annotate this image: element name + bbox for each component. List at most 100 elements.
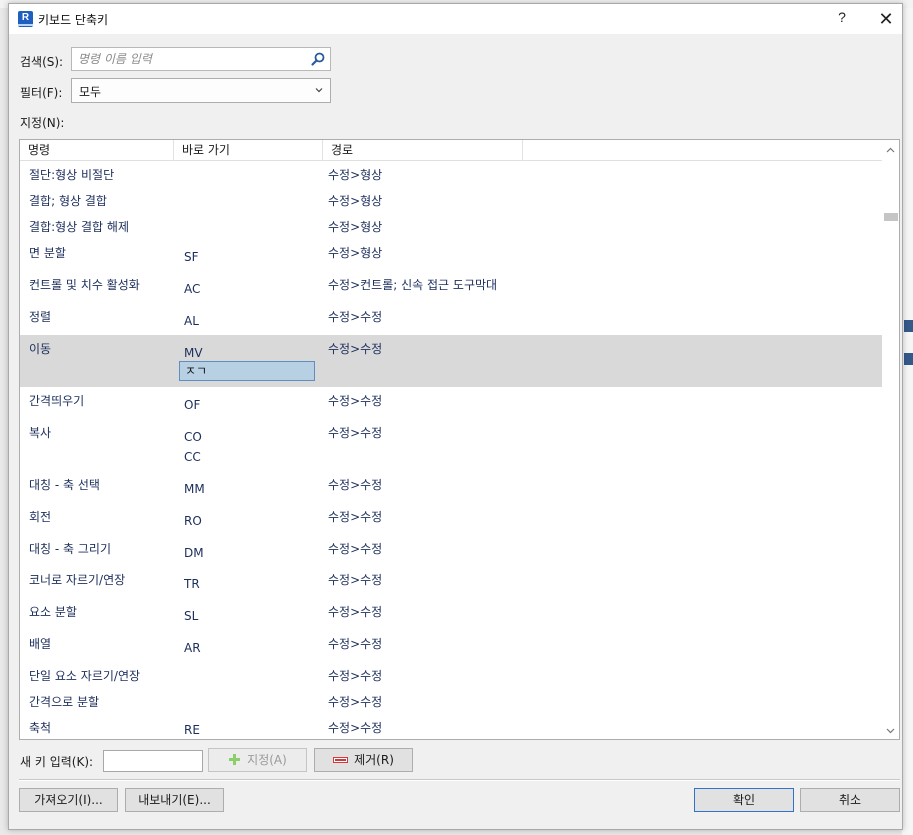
row-command: 요소 분할 bbox=[29, 605, 77, 619]
table-row[interactable]: 코너로 자르기/연장 TR 수정>수정 bbox=[20, 566, 882, 598]
table-row[interactable]: 배열 AR 수정>수정 bbox=[20, 630, 882, 662]
table-row[interactable]: 결합:형상 결합 해제 수정>형상 bbox=[20, 213, 882, 239]
table-row[interactable]: 정렬 AL 수정>수정 bbox=[20, 303, 882, 335]
dialog-title: 키보드 단축키 bbox=[38, 13, 109, 27]
row-shortcut: SF bbox=[184, 250, 199, 264]
row-command: 결합:형상 결합 해제 bbox=[29, 220, 129, 234]
row-command: 대칭 - 축 그리기 bbox=[29, 542, 112, 556]
row-command: 절단:형상 비절단 bbox=[29, 168, 115, 182]
row-shortcut: OF bbox=[184, 398, 201, 412]
table-row[interactable]: 축척 RE 수정>수정 bbox=[20, 714, 882, 739]
shortcut-table[interactable]: 명령 바로 가기 경로 절단:형상 비절단 수정>형상 결합; 형상 결합 수정… bbox=[19, 139, 900, 740]
row-command: 간격띄우기 bbox=[29, 394, 85, 408]
ok-button[interactable]: 확인 bbox=[694, 788, 794, 812]
row-shortcut: RO bbox=[184, 514, 202, 528]
table-row[interactable]: 간격으로 분할 수정>수정 bbox=[20, 688, 882, 714]
row-path: 수정>수정 bbox=[328, 394, 383, 408]
row-path: 수정>수정 bbox=[328, 669, 383, 683]
filter-dropdown[interactable]: 모두 bbox=[71, 78, 331, 103]
remove-button[interactable]: 제거(R) bbox=[314, 748, 413, 772]
search-input[interactable] bbox=[72, 48, 304, 70]
assignments-label: 지정(N): bbox=[20, 116, 65, 130]
table-row[interactable]: 간격띄우기 OF 수정>수정 bbox=[20, 387, 882, 419]
column-header-shortcut[interactable]: 바로 가기 bbox=[174, 140, 323, 161]
row-shortcut: CO bbox=[184, 430, 202, 444]
row-shortcut: MV bbox=[184, 346, 203, 360]
new-key-input[interactable] bbox=[103, 750, 203, 772]
row-command: 대칭 - 축 선택 bbox=[29, 478, 100, 492]
keyboard-shortcuts-dialog: R 키보드 단축키 ? ✕ 검색(S): 필터(F): 모두 지정(N): 명령… bbox=[8, 3, 903, 830]
assign-button[interactable]: 지정(A) bbox=[208, 748, 307, 772]
row-path: 수정>수정 bbox=[328, 478, 383, 492]
table-row[interactable]: 회전 RO 수정>수정 bbox=[20, 503, 882, 535]
row-path: 수정>컨트롤; 신속 접근 도구막대 bbox=[328, 278, 498, 292]
title-bar: R 키보드 단축키 ? ✕ bbox=[9, 4, 902, 34]
row-shortcut: MM bbox=[184, 482, 205, 496]
row-command: 복사 bbox=[29, 426, 52, 440]
search-icon[interactable] bbox=[310, 51, 326, 67]
scroll-up-arrow-icon[interactable] bbox=[885, 145, 896, 156]
table-row[interactable]: 대칭 - 축 선택 MM 수정>수정 bbox=[20, 471, 882, 503]
table-row[interactable]: 대칭 - 축 그리기 DM 수정>수정 bbox=[20, 535, 882, 566]
row-path: 수정>형상 bbox=[328, 194, 383, 208]
scrollbar-thumb[interactable] bbox=[884, 213, 898, 221]
row-shortcut: TR bbox=[184, 577, 200, 591]
row-command: 결합; 형상 결합 bbox=[29, 194, 107, 208]
row-path: 수정>수정 bbox=[328, 310, 383, 324]
row-command: 회전 bbox=[29, 510, 52, 524]
column-header-command[interactable]: 명령 bbox=[20, 140, 174, 161]
assign-button-label: 지정(A) bbox=[247, 753, 287, 767]
row-command: 단일 요소 자르기/연장 bbox=[29, 669, 141, 683]
row-shortcut: AL bbox=[184, 314, 199, 328]
vertical-scrollbar[interactable] bbox=[882, 140, 899, 739]
row-path: 수정>수정 bbox=[328, 695, 383, 709]
scroll-down-arrow-icon[interactable] bbox=[885, 725, 896, 736]
remove-button-label: 제거(R) bbox=[354, 753, 394, 767]
table-row[interactable]: 결합; 형상 결합 수정>형상 bbox=[20, 187, 882, 213]
row-path: 수정>수정 bbox=[328, 542, 383, 556]
filter-label: 필터(F): bbox=[20, 86, 63, 100]
table-row[interactable]: 복사 CO CC 수정>수정 bbox=[20, 419, 882, 471]
cancel-button[interactable]: 취소 bbox=[800, 788, 900, 812]
export-button[interactable]: 내보내기(E)... bbox=[125, 788, 224, 812]
row-shortcut: DM bbox=[184, 546, 204, 560]
table-row[interactable]: 요소 분할 SL 수정>수정 bbox=[20, 598, 882, 630]
row-shortcut: AC bbox=[184, 282, 201, 296]
row-path: 수정>수정 bbox=[328, 426, 383, 440]
row-path: 수정>수정 bbox=[328, 721, 383, 735]
minus-icon bbox=[333, 756, 349, 763]
table-row-selected[interactable]: 이동 MV ㅈㄱ 수정>수정 bbox=[20, 335, 882, 387]
table-row[interactable]: 면 분할 SF 수정>형상 bbox=[20, 239, 882, 271]
row-shortcut: RE bbox=[184, 723, 200, 737]
table-row[interactable]: 절단:형상 비절단 수정>형상 bbox=[20, 161, 882, 187]
row-command: 정렬 bbox=[29, 310, 52, 324]
background-window-edge bbox=[902, 8, 913, 835]
row-path: 수정>형상 bbox=[328, 220, 383, 234]
revit-app-icon: R bbox=[18, 11, 33, 27]
filter-selected-value: 모두 bbox=[79, 85, 102, 99]
search-label: 검색(S): bbox=[20, 55, 64, 69]
row-path: 수정>수정 bbox=[328, 510, 383, 524]
search-field[interactable] bbox=[71, 47, 331, 71]
row-command: 면 분할 bbox=[29, 246, 66, 260]
row-path: 수정>수정 bbox=[328, 342, 383, 356]
table-row[interactable]: 컨트롤 및 치수 활성화 AC 수정>컨트롤; 신속 접근 도구막대 bbox=[20, 271, 882, 303]
row-shortcut: CC bbox=[184, 450, 201, 464]
row-path: 수정>수정 bbox=[328, 573, 383, 587]
new-shortcut-edit-cell[interactable]: ㅈㄱ bbox=[179, 361, 315, 381]
row-command: 컨트롤 및 치수 활성화 bbox=[29, 278, 140, 292]
row-path: 수정>형상 bbox=[328, 168, 383, 182]
row-path: 수정>형상 bbox=[328, 246, 383, 260]
row-path: 수정>수정 bbox=[328, 605, 383, 619]
table-row[interactable]: 단일 요소 자르기/연장 수정>수정 bbox=[20, 662, 882, 688]
row-command: 간격으로 분할 bbox=[29, 695, 100, 709]
plus-icon bbox=[229, 754, 241, 765]
column-header-path[interactable]: 경로 bbox=[323, 140, 523, 161]
new-key-label: 새 키 입력(K): bbox=[20, 755, 94, 769]
help-button[interactable]: ? bbox=[831, 9, 853, 29]
row-command: 배열 bbox=[29, 637, 52, 651]
close-button[interactable]: ✕ bbox=[874, 8, 898, 30]
row-command: 이동 bbox=[29, 342, 52, 356]
chevron-down-icon bbox=[315, 88, 323, 93]
import-button[interactable]: 가져오기(I)... bbox=[19, 788, 118, 812]
